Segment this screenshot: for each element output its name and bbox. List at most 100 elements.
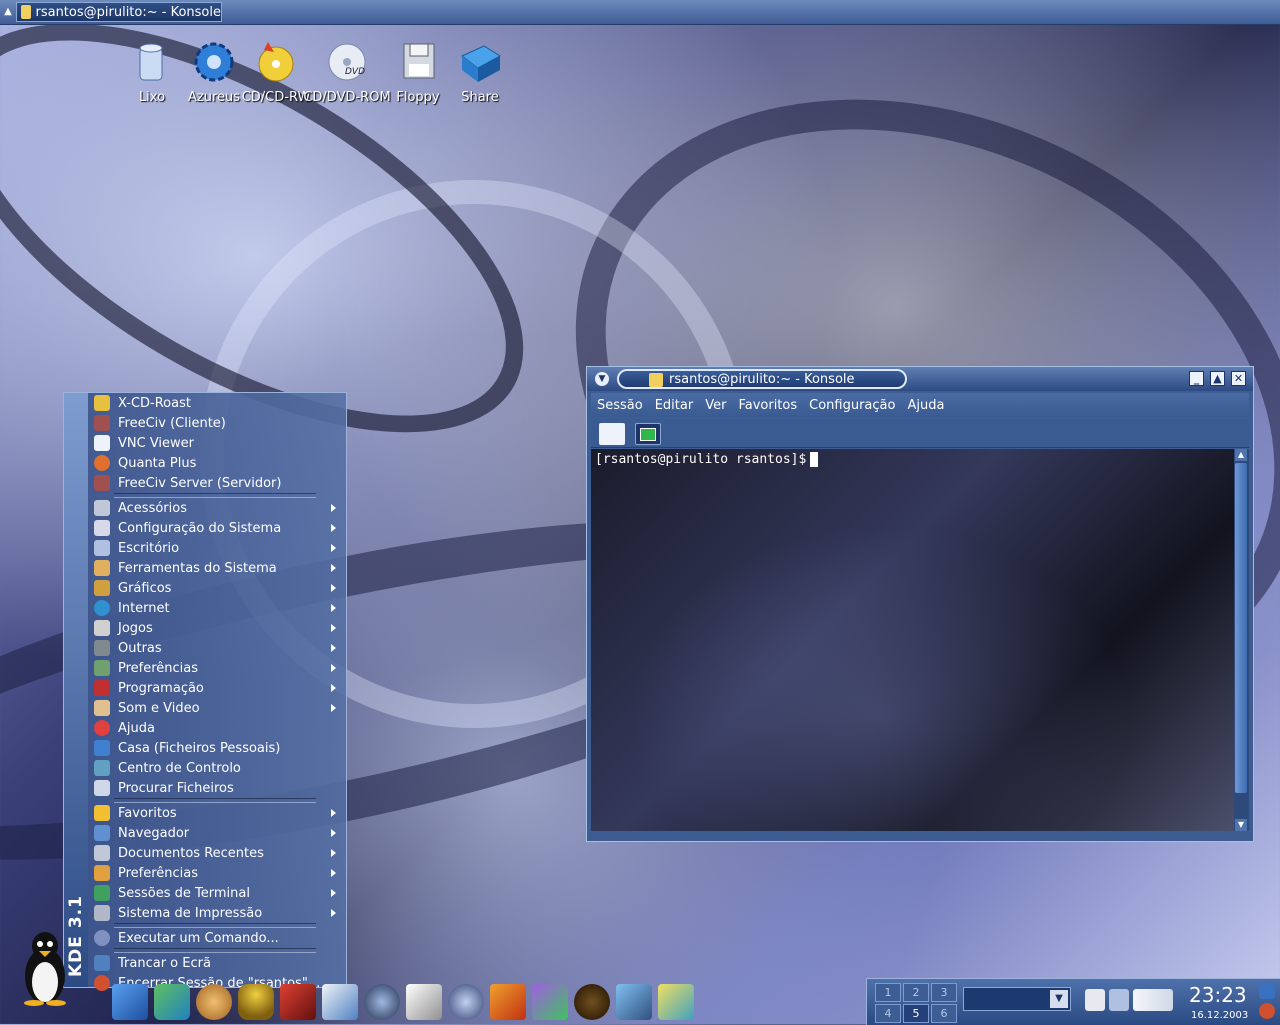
menu-item-navegador[interactable]: Navegador <box>88 823 346 843</box>
desktop-4[interactable]: 4 <box>875 1004 901 1023</box>
konqueror-icon[interactable] <box>196 984 232 1020</box>
menu-item-trancar-ecra[interactable]: Trancar o Ecrã <box>88 953 346 973</box>
menu-item-procurar-ficheiros[interactable]: Procurar Ficheiros <box>88 778 346 798</box>
game-icon[interactable] <box>574 984 610 1020</box>
volume-icon[interactable] <box>1109 989 1129 1011</box>
menu-item-som-video[interactable]: Som e Video <box>88 698 346 718</box>
menu-favoritos[interactable]: Favoritos <box>732 398 803 413</box>
menu-item-freeciv-client[interactable]: FreeCiv (Cliente) <box>88 413 346 433</box>
chat-icon[interactable] <box>490 984 526 1020</box>
graphics-icon <box>94 580 110 596</box>
cpp-ide-icon[interactable] <box>658 984 694 1020</box>
clipboard-icon[interactable] <box>1085 989 1105 1011</box>
desktop-pager: 1 2 3 4 5 6 <box>875 983 957 1023</box>
menu-item-preferencias[interactable]: Preferências <box>88 658 346 678</box>
user-status-icon[interactable] <box>1133 989 1173 1011</box>
kmenu-list: X-CD-Roast FreeCiv (Cliente) VNC Viewer … <box>88 393 346 993</box>
window-titlebar[interactable]: ▼ rsantos@pirulito:~ - Konsole _ ▲ ✕ <box>587 367 1253 391</box>
control-center-icon[interactable] <box>154 984 190 1020</box>
desktop-6[interactable]: 6 <box>931 1004 957 1023</box>
menu-item-outras[interactable]: Outras <box>88 638 346 658</box>
terminal-scrollbar[interactable]: ▲ ▼ <box>1234 449 1249 831</box>
menu-item-xcdroast[interactable]: X-CD-Roast <box>88 393 346 413</box>
window-menu-icon[interactable]: ▼ <box>595 372 609 386</box>
menu-ver[interactable]: Ver <box>699 398 732 413</box>
menu-item-centro-controlo[interactable]: Centro de Controlo <box>88 758 346 778</box>
shell-prompt: [rsantos@pirulito rsantos]$ <box>595 452 807 467</box>
konsole-window[interactable]: ▼ rsantos@pirulito:~ - Konsole _ ▲ ✕ Ses… <box>586 366 1254 842</box>
star-icon <box>94 805 110 821</box>
desktop-icon-dvdrom[interactable]: DVD CD/DVD-ROM <box>303 38 391 105</box>
document-icon <box>94 435 110 451</box>
desktop-show-icon[interactable] <box>112 984 148 1020</box>
text-editor-icon[interactable] <box>406 984 442 1020</box>
menu-configuracao[interactable]: Configuração <box>803 398 901 413</box>
menu-item-internet[interactable]: Internet <box>88 598 346 618</box>
tools-icon[interactable] <box>616 984 652 1020</box>
browser-icon <box>94 825 110 841</box>
menu-sessao[interactable]: Sessão <box>591 398 649 413</box>
close-button[interactable]: ✕ <box>1231 371 1246 386</box>
terminal-session-tab[interactable] <box>635 423 661 445</box>
menu-item-favoritos[interactable]: Favoritos <box>88 803 346 823</box>
chevron-down-icon[interactable]: ▼ <box>1050 990 1068 1008</box>
menu-item-documentos-recentes[interactable]: Documentos Recentes <box>88 843 346 863</box>
menu-item-executar-comando[interactable]: Executar um Comando... <box>88 928 346 948</box>
window-list-combo[interactable]: ▼ <box>963 987 1071 1011</box>
menu-item-sistema-impressao[interactable]: Sistema de Impressão <box>88 903 346 923</box>
menu-item-acessorios[interactable]: Acessórios <box>88 498 346 518</box>
terminal-icon <box>94 885 110 901</box>
atom-icon[interactable] <box>364 984 400 1020</box>
clock-time[interactable]: 23:23 <box>1189 983 1247 1007</box>
menu-editar[interactable]: Editar <box>649 398 700 413</box>
maximize-button[interactable]: ▲ <box>1210 371 1225 386</box>
taskbar-scroll-up-icon[interactable]: ▲ <box>2 5 14 19</box>
desktop-1[interactable]: 1 <box>875 983 901 1002</box>
menu-item-escritorio[interactable]: Escritório <box>88 538 346 558</box>
desktop-2[interactable]: 2 <box>903 983 929 1002</box>
new-session-button[interactable] <box>599 423 625 445</box>
menu-item-preferencias-2[interactable]: Preferências <box>88 863 346 883</box>
menu-ajuda[interactable]: Ajuda <box>901 398 950 413</box>
scroll-down-icon[interactable]: ▼ <box>1235 819 1247 831</box>
desktop-icon-label: CD/DVD-ROM <box>303 90 391 105</box>
media-player-icon[interactable] <box>448 984 484 1020</box>
mozilla-icon[interactable] <box>280 984 316 1020</box>
menu-item-sessoes-terminal[interactable]: Sessões de Terminal <box>88 883 346 903</box>
home-icon <box>94 740 110 756</box>
menu-item-jogos[interactable]: Jogos <box>88 618 346 638</box>
desktop-icon-lixo[interactable]: Lixo <box>118 38 186 105</box>
menu-item-quanta-plus[interactable]: Quanta Plus <box>88 453 346 473</box>
scrollbar-thumb[interactable] <box>1235 463 1247 793</box>
menu-item-ajuda[interactable]: Ajuda <box>88 718 346 738</box>
menu-item-casa[interactable]: Casa (Ficheiros Pessoais) <box>88 738 346 758</box>
submenu-arrow-icon <box>331 869 336 877</box>
desktop-icon-floppy[interactable]: Floppy <box>384 38 452 105</box>
menu-item-graficos[interactable]: Gráficos <box>88 578 346 598</box>
user-icon[interactable] <box>238 984 274 1020</box>
desktop-icon-cdrw[interactable]: CD/CD-RW <box>242 38 310 105</box>
logout-icon[interactable] <box>1259 1003 1275 1019</box>
lock-screen-icon[interactable] <box>1259 983 1275 999</box>
menu-item-freeciv-server[interactable]: FreeCiv Server (Servidor) <box>88 473 346 493</box>
terminal-output[interactable]: [rsantos@pirulito rsantos]$ <box>591 449 1234 831</box>
menu-item-vnc-viewer[interactable]: VNC Viewer <box>88 433 346 453</box>
menu-item-ferramentas-sistema[interactable]: Ferramentas do Sistema <box>88 558 346 578</box>
minimize-button[interactable]: _ <box>1189 371 1204 386</box>
desktop-icon-share[interactable]: Share <box>446 38 514 105</box>
svg-text:DVD: DVD <box>345 67 365 77</box>
desktop-icon-azureus[interactable]: Azureus <box>180 38 248 105</box>
menu-item-programacao[interactable]: Programação <box>88 678 346 698</box>
desktop-5[interactable]: 5 <box>903 1004 929 1023</box>
submenu-arrow-icon <box>331 909 336 917</box>
accessories-icon <box>94 500 110 516</box>
menu-item-configuracao-sistema[interactable]: Configuração do Sistema <box>88 518 346 538</box>
windows-icon[interactable] <box>532 984 568 1020</box>
desktop-3[interactable]: 3 <box>931 983 957 1002</box>
trash-icon <box>130 38 174 84</box>
taskbar-task-konsole[interactable]: rsantos@pirulito:~ - Konsole <box>16 2 222 22</box>
scroll-up-icon[interactable]: ▲ <box>1235 449 1247 461</box>
dvd-icon: DVD <box>325 38 369 84</box>
office-icon[interactable] <box>322 984 358 1020</box>
kmenu-button-tux-icon[interactable] <box>22 930 68 1006</box>
